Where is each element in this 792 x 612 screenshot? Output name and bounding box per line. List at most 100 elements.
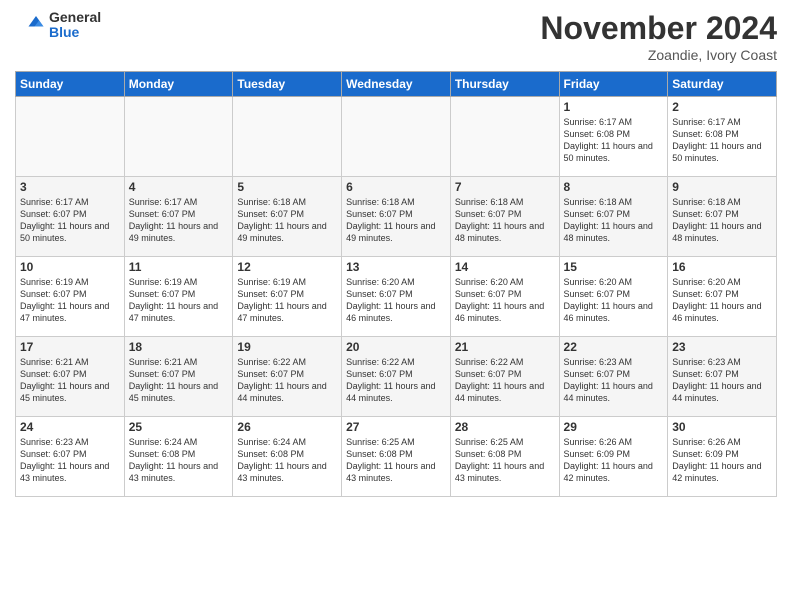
day-number: 6 [346,180,446,194]
day-info: Sunrise: 6:26 AM Sunset: 6:09 PM Dayligh… [672,436,772,485]
calendar-cell: 3Sunrise: 6:17 AM Sunset: 6:07 PM Daylig… [16,177,125,257]
calendar-week-5: 24 Sunrise: 6:23 AM Sunset: 6:07 PM Dayli… [16,417,777,497]
day-info: Sunrise: 6:23 AM Sunset: 6:07 PM Dayligh… [20,436,120,485]
day-number: 8 [564,180,664,194]
calendar-cell: 21 Sunrise: 6:22 AM Sunset: 6:07 PM Dayli… [450,337,559,417]
day-info: Sunrise: 6:24 AM Sunset: 6:08 PM Dayligh… [129,436,229,485]
title-block: November 2024 Zoandie, Ivory Coast [540,10,777,63]
day-number: 18 [129,340,229,354]
day-number: 13 [346,260,446,274]
logo-blue: Blue [49,25,101,40]
day-info: Sunrise: 6:22 AM Sunset: 6:07 PM Dayligh… [237,356,337,405]
calendar-cell: 13 Sunrise: 6:20 AM Sunset: 6:07 PM Dayli… [342,257,451,337]
calendar-cell [124,97,233,177]
day-number: 12 [237,260,337,274]
calendar-cell: 16 Sunrise: 6:20 AM Sunset: 6:07 PM Dayli… [668,257,777,337]
location: Zoandie, Ivory Coast [540,47,777,63]
calendar-week-2: 3 Sunrise: 6:17 AM Sunset: 6:07 PM Daylig… [16,177,777,257]
calendar-cell: 25 Sunrise: 6:24 AM Sunset: 6:08 PM Dayli… [124,417,233,497]
day-number: 26 [237,420,337,434]
day-info: Sunrise: 6:18 AM Sunset: 6:07 PM Dayligh… [346,196,446,245]
day-info: Sunrise: 6:25 AM Sunset: 6:08 PM Dayligh… [455,436,555,485]
day-info: Sunrise: 6:20 AM Sunset: 6:07 PM Dayligh… [346,276,446,325]
day-number: 20 [346,340,446,354]
calendar-cell: 8 Sunrise: 6:18 AM Sunset: 6:07 PM Daylig… [559,177,668,257]
day-info: Sunrise: 6:19 AM Sunset: 6:07 PM Dayligh… [237,276,337,325]
day-number: 10 [20,260,120,274]
calendar-cell [233,97,342,177]
day-number: 23 [672,340,772,354]
col-wednesday: Wednesday [342,72,451,97]
day-number: 21 [455,340,555,354]
day-number: 4 [129,180,229,194]
day-number: 5 [237,180,337,194]
calendar-cell: 24 Sunrise: 6:23 AM Sunset: 6:07 PM Dayli… [16,417,125,497]
calendar-cell: 7Sunrise: 6:18 AM Sunset: 6:07 PM Daylig… [450,177,559,257]
col-friday: Friday [559,72,668,97]
logo-icon [15,10,45,40]
logo: General Blue [15,10,101,41]
calendar-cell: 28 Sunrise: 6:25 AM Sunset: 6:08 PM Dayli… [450,417,559,497]
col-saturday: Saturday [668,72,777,97]
day-number: 9 [672,180,772,194]
day-info: Sunrise: 6:17 AM Sunset: 6:07 PM Dayligh… [129,196,229,245]
day-info: Sunrise: 6:18 AM Sunset: 6:07 PM Dayligh… [455,196,555,245]
day-number: 29 [564,420,664,434]
page-header: General Blue November 2024 Zoandie, Ivor… [15,10,777,63]
calendar-cell: 20Sunrise: 6:22 AM Sunset: 6:07 PM Dayli… [342,337,451,417]
logo-general: General [49,10,101,25]
day-number: 28 [455,420,555,434]
calendar-header-row: Sunday Monday Tuesday Wednesday Thursday… [16,72,777,97]
calendar-week-4: 17 Sunrise: 6:21 AM Sunset: 6:07 PM Dayli… [16,337,777,417]
calendar-cell: 1 Sunrise: 6:17 AM Sunset: 6:08 PM Daylig… [559,97,668,177]
day-info: Sunrise: 6:18 AM Sunset: 6:07 PM Dayligh… [672,196,772,245]
calendar: Sunday Monday Tuesday Wednesday Thursday… [15,71,777,497]
day-number: 24 [20,420,120,434]
day-number: 2 [672,100,772,114]
day-info: Sunrise: 6:21 AM Sunset: 6:07 PM Dayligh… [129,356,229,405]
calendar-cell: 19 Sunrise: 6:22 AM Sunset: 6:07 PM Dayli… [233,337,342,417]
day-info: Sunrise: 6:18 AM Sunset: 6:07 PM Dayligh… [237,196,337,245]
day-number: 22 [564,340,664,354]
calendar-cell: 14Sunrise: 6:20 AM Sunset: 6:07 PM Dayli… [450,257,559,337]
day-info: Sunrise: 6:18 AM Sunset: 6:07 PM Dayligh… [564,196,664,245]
col-tuesday: Tuesday [233,72,342,97]
day-number: 27 [346,420,446,434]
day-number: 30 [672,420,772,434]
day-number: 25 [129,420,229,434]
calendar-cell: 5 Sunrise: 6:18 AM Sunset: 6:07 PM Daylig… [233,177,342,257]
calendar-cell [16,97,125,177]
calendar-week-3: 10 Sunrise: 6:19 AM Sunset: 6:07 PM Dayli… [16,257,777,337]
day-info: Sunrise: 6:25 AM Sunset: 6:08 PM Dayligh… [346,436,446,485]
calendar-cell [450,97,559,177]
col-sunday: Sunday [16,72,125,97]
day-info: Sunrise: 6:17 AM Sunset: 6:08 PM Dayligh… [564,116,664,165]
calendar-cell: 23 Sunrise: 6:23 AM Sunset: 6:07 PM Dayli… [668,337,777,417]
col-thursday: Thursday [450,72,559,97]
day-info: Sunrise: 6:23 AM Sunset: 6:07 PM Dayligh… [564,356,664,405]
day-info: Sunrise: 6:20 AM Sunset: 6:07 PM Dayligh… [672,276,772,325]
calendar-cell: 15Sunrise: 6:20 AM Sunset: 6:07 PM Dayli… [559,257,668,337]
calendar-cell: 29Sunrise: 6:26 AM Sunset: 6:09 PM Dayli… [559,417,668,497]
calendar-cell: 10 Sunrise: 6:19 AM Sunset: 6:07 PM Dayli… [16,257,125,337]
day-info: Sunrise: 6:24 AM Sunset: 6:08 PM Dayligh… [237,436,337,485]
day-info: Sunrise: 6:22 AM Sunset: 6:07 PM Dayligh… [455,356,555,405]
day-info: Sunrise: 6:20 AM Sunset: 6:07 PM Dayligh… [455,276,555,325]
day-number: 16 [672,260,772,274]
day-number: 15 [564,260,664,274]
calendar-cell: 9 Sunrise: 6:18 AM Sunset: 6:07 PM Daylig… [668,177,777,257]
calendar-cell: 30 Sunrise: 6:26 AM Sunset: 6:09 PM Dayli… [668,417,777,497]
calendar-cell: 6 Sunrise: 6:18 AM Sunset: 6:07 PM Daylig… [342,177,451,257]
calendar-cell [342,97,451,177]
day-number: 17 [20,340,120,354]
day-info: Sunrise: 6:19 AM Sunset: 6:07 PM Dayligh… [20,276,120,325]
day-info: Sunrise: 6:21 AM Sunset: 6:07 PM Dayligh… [20,356,120,405]
calendar-cell: 4 Sunrise: 6:17 AM Sunset: 6:07 PM Daylig… [124,177,233,257]
day-number: 1 [564,100,664,114]
day-number: 3 [20,180,120,194]
calendar-cell: 2Sunrise: 6:17 AM Sunset: 6:08 PM Daylig… [668,97,777,177]
calendar-cell: 17 Sunrise: 6:21 AM Sunset: 6:07 PM Dayli… [16,337,125,417]
day-info: Sunrise: 6:23 AM Sunset: 6:07 PM Dayligh… [672,356,772,405]
day-number: 19 [237,340,337,354]
calendar-cell: 27 Sunrise: 6:25 AM Sunset: 6:08 PM Dayli… [342,417,451,497]
